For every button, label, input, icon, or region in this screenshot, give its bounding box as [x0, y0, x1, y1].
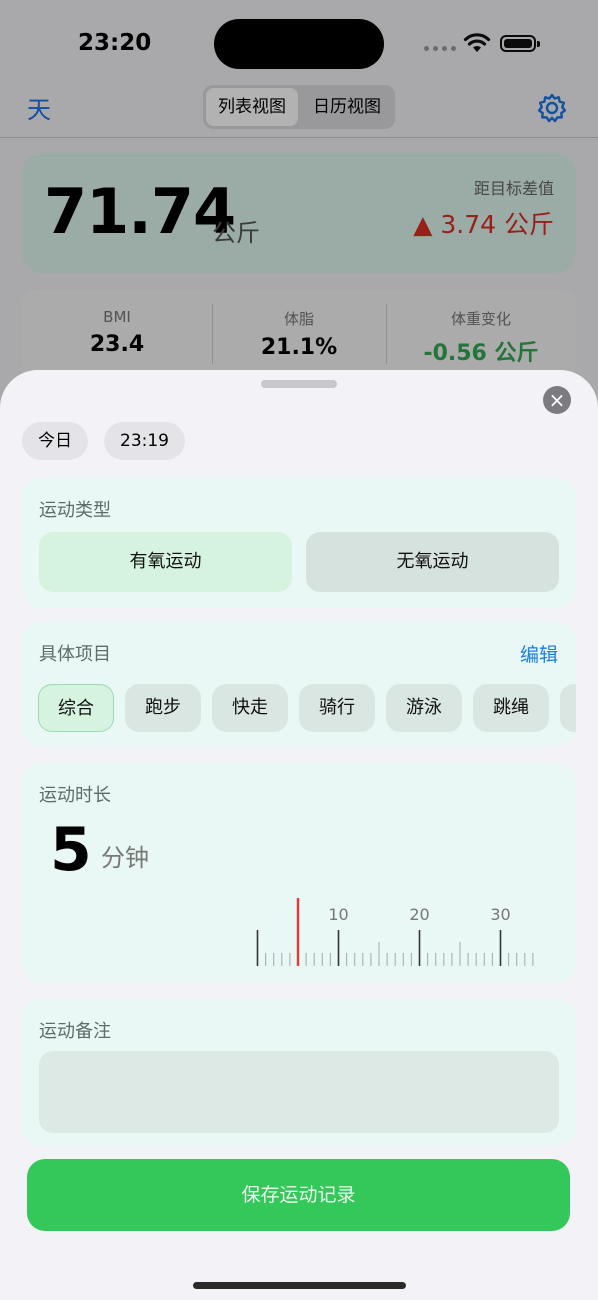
ruler-label: 30	[490, 905, 510, 924]
duration-panel: 运动时长 5 分钟 10 20 30	[22, 763, 576, 983]
tag-cycling[interactable]: 骑行	[299, 684, 375, 732]
close-icon[interactable]: ×	[543, 386, 571, 414]
tag-brisk-walk[interactable]: 快走	[212, 684, 288, 732]
ruler-label: 10	[328, 905, 348, 924]
date-chip[interactable]: 今日	[22, 422, 88, 460]
exercise-type-title: 运动类型	[39, 500, 111, 521]
exercise-type-panel: 运动类型 有氧运动 无氧运动	[22, 478, 576, 608]
exercise-items-panel: 具体项目 编辑 综合 跑步 快走 骑行 游泳 跳绳	[22, 622, 576, 746]
duration-ruler[interactable]: 10 20 30	[22, 763, 576, 983]
exercise-items-title: 具体项目	[39, 644, 111, 665]
aerobic-button[interactable]: 有氧运动	[39, 532, 292, 592]
tag-more[interactable]	[560, 684, 576, 732]
tag-running[interactable]: 跑步	[125, 684, 201, 732]
sheet-grabber[interactable]	[261, 380, 337, 388]
anaerobic-button[interactable]: 无氧运动	[306, 532, 559, 592]
ruler-label: 20	[409, 905, 429, 924]
tag-comprehensive[interactable]: 综合	[38, 684, 114, 732]
note-panel: 运动备注	[22, 999, 576, 1146]
note-input[interactable]	[39, 1051, 559, 1133]
time-chip[interactable]: 23:19	[104, 422, 185, 460]
home-indicator	[193, 1282, 406, 1289]
note-title: 运动备注	[39, 1021, 111, 1042]
edit-button[interactable]: 编辑	[520, 640, 558, 667]
tag-swimming[interactable]: 游泳	[386, 684, 462, 732]
tag-jump-rope[interactable]: 跳绳	[473, 684, 549, 732]
add-exercise-sheet: × 今日 23:19 运动类型 有氧运动 无氧运动 具体项目 编辑 综合 跑步 …	[0, 370, 598, 1300]
save-exercise-button[interactable]: 保存运动记录	[27, 1159, 570, 1231]
